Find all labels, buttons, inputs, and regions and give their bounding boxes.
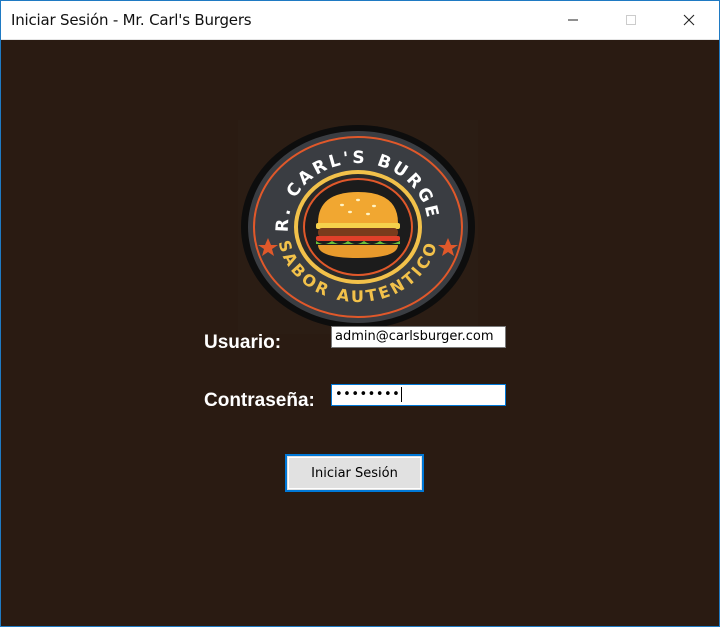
title-bar[interactable]: Iniciar Sesión - Mr. Carl's Burgers	[1, 1, 719, 40]
burger-icon	[316, 192, 400, 258]
password-input[interactable]: ••••••••	[331, 384, 506, 406]
usuario-label: Usuario:	[204, 332, 282, 353]
window-title: Iniciar Sesión - Mr. Carl's Burgers	[11, 11, 252, 29]
login-window: Iniciar Sesión - Mr. Carl's Burgers R. C…	[0, 0, 720, 627]
logo-emblem: MR. CARL'S BURGERS SABOR AUTENTICO	[228, 105, 475, 329]
text-caret	[401, 387, 403, 402]
usuario-input[interactable]: admin@carlsburger.com	[331, 326, 506, 348]
maximize-icon	[626, 15, 636, 25]
close-button[interactable]	[666, 1, 712, 39]
minimize-button[interactable]	[550, 1, 596, 39]
login-button[interactable]: Iniciar Sesión	[285, 454, 424, 492]
password-label: Contraseña:	[204, 390, 315, 411]
maximize-button	[608, 1, 654, 39]
close-icon	[683, 14, 695, 26]
minimize-icon	[568, 19, 578, 21]
login-button-label: Iniciar Sesión	[311, 465, 398, 481]
usuario-value: admin@carlsburger.com	[335, 329, 494, 344]
brand-logo: MR. CARL'S BURGERS SABOR AUTENTICO	[228, 105, 478, 334]
password-masked-value: ••••••••	[335, 387, 401, 402]
login-form-area: MR. CARL'S BURGERS SABOR AUTENTICO	[1, 40, 719, 626]
